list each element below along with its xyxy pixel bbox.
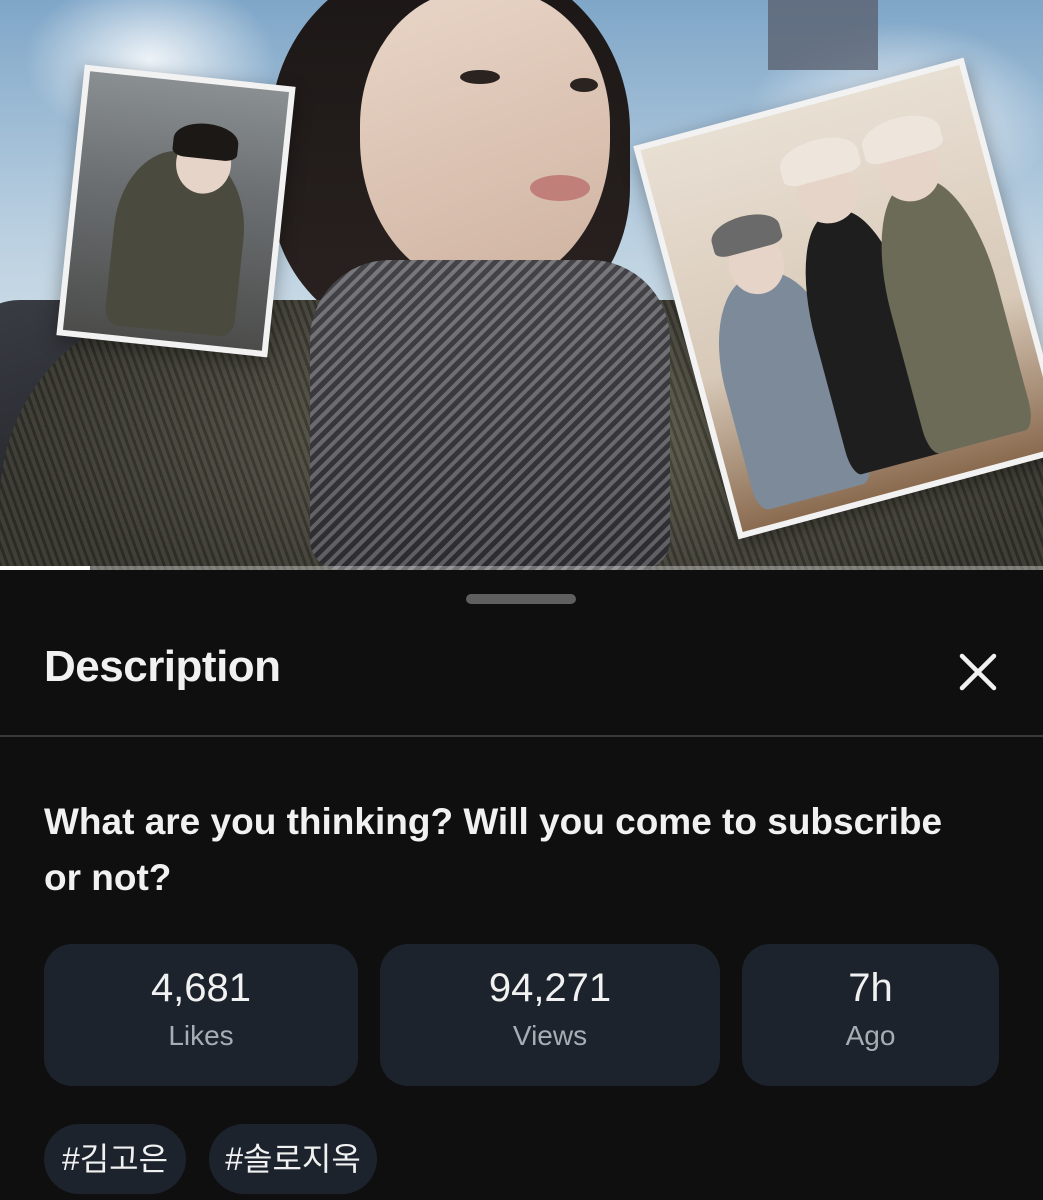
hashtag-chip[interactable]: #솔로지옥 [209,1124,377,1194]
stat-value: 94,271 [488,966,612,1010]
description-sheet: Description What are you thinking? Will … [0,572,1043,1200]
stat-label: Views [512,1020,588,1051]
stat-value: 7h [848,966,893,1010]
stat-card-views: 94,271 Views [380,944,720,1086]
photo-hair [171,120,241,163]
knit-scarf [310,260,670,570]
photo-overlay-subway [56,64,296,358]
video-progress-bar[interactable] [0,566,1043,570]
hashtag-chip[interactable]: #김고은 [44,1124,186,1194]
window-frame [768,0,878,70]
subject-eye [460,70,500,84]
video-title: What are you thinking? Will you come to … [44,801,943,898]
stat-label: Ago [845,1020,896,1051]
stat-card-age: 7h Ago [742,944,999,1086]
stat-value: 4,681 [150,966,252,1010]
subject-eye [570,78,598,92]
close-button[interactable] [948,642,1008,702]
video-progress-fill [0,566,90,570]
stat-label: Likes [168,1020,234,1051]
sheet-title: Description [44,642,281,691]
stat-card-likes: 4,681 Likes [44,944,358,1086]
drag-handle[interactable] [466,594,576,604]
close-icon [959,653,997,691]
subject-face [360,0,610,290]
subject-lips [530,175,590,201]
video-player[interactable] [0,0,1043,570]
divider [0,735,1043,737]
